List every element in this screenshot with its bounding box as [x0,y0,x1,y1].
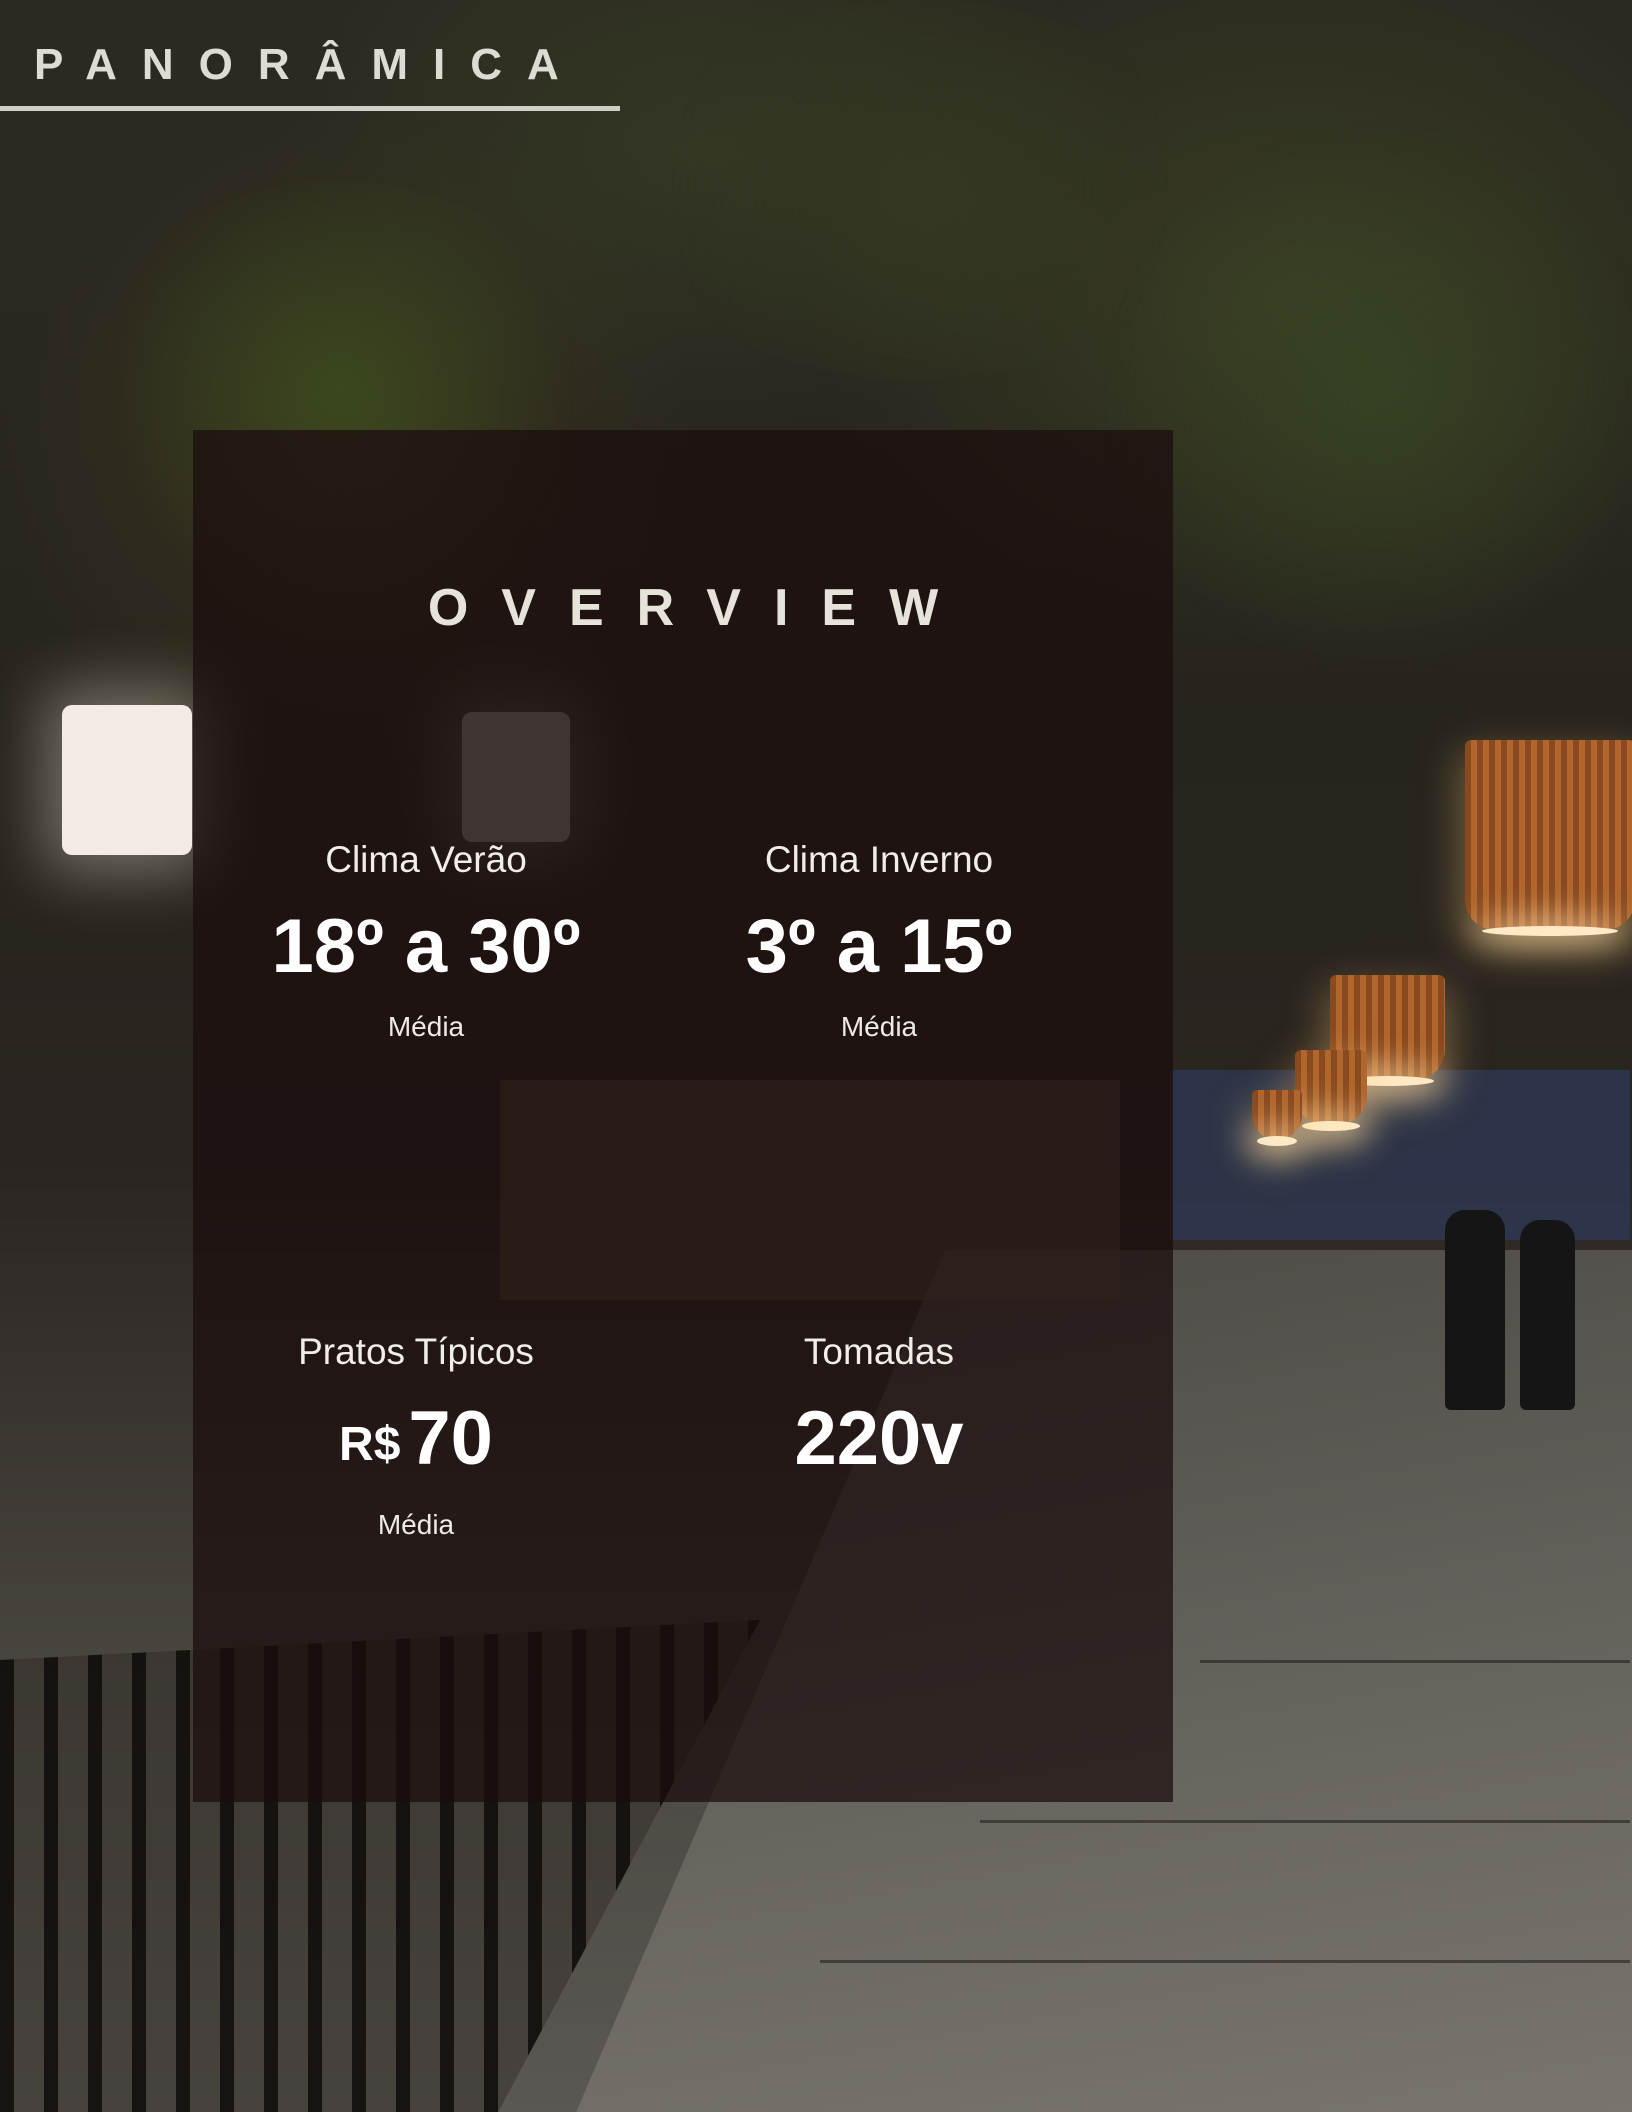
floor-joint [1200,1660,1630,1663]
stat-label: Pratos Típicos [298,1331,534,1372]
stat-value: 3º a 15º [745,904,1013,989]
price-amount: 70 [408,1396,493,1481]
floor-joint [980,1820,1630,1823]
stat-label: Clima Inverno [764,839,994,880]
stat-tomadas: Tomadas 220v [649,1330,1109,1484]
stat-label: Clima Verão [325,839,527,880]
pedestrian [1520,1220,1575,1410]
stat-value: R$ 70 [193,1394,639,1490]
stat-label: Tomadas [803,1331,955,1372]
currency-symbol: R$ [339,1418,401,1471]
brand-underline [0,106,620,111]
brand-title: PANORÂMICA [34,40,584,89]
wicker-lamp [1295,1050,1367,1131]
wicker-lamp [1252,1090,1302,1146]
wicker-lamp [1465,740,1632,936]
pedestrian [1445,1210,1505,1410]
stat-note: Média [377,1509,455,1540]
stat-note: Média [387,1011,465,1042]
foliage [620,0,1220,380]
stat-clima-verao: Clima Verão 18º a 30º Média [193,838,659,1044]
lantern-light [62,705,192,855]
stat-clima-inverno: Clima Inverno 3º a 15º Média [649,838,1109,1044]
stat-value: 220v [794,1396,964,1481]
stat-note: Média [840,1011,918,1042]
storefront [1170,1070,1630,1240]
stat-value: 18º a 30º [271,904,581,989]
floor-joint [820,1960,1630,1963]
overview-panel: OVERVIEW Clima Verão 18º a 30º Média Cli… [193,430,1173,1802]
stat-pratos-tipicos: Pratos Típicos R$ 70 Média [193,1330,639,1542]
overview-title: OVERVIEW [427,579,972,637]
